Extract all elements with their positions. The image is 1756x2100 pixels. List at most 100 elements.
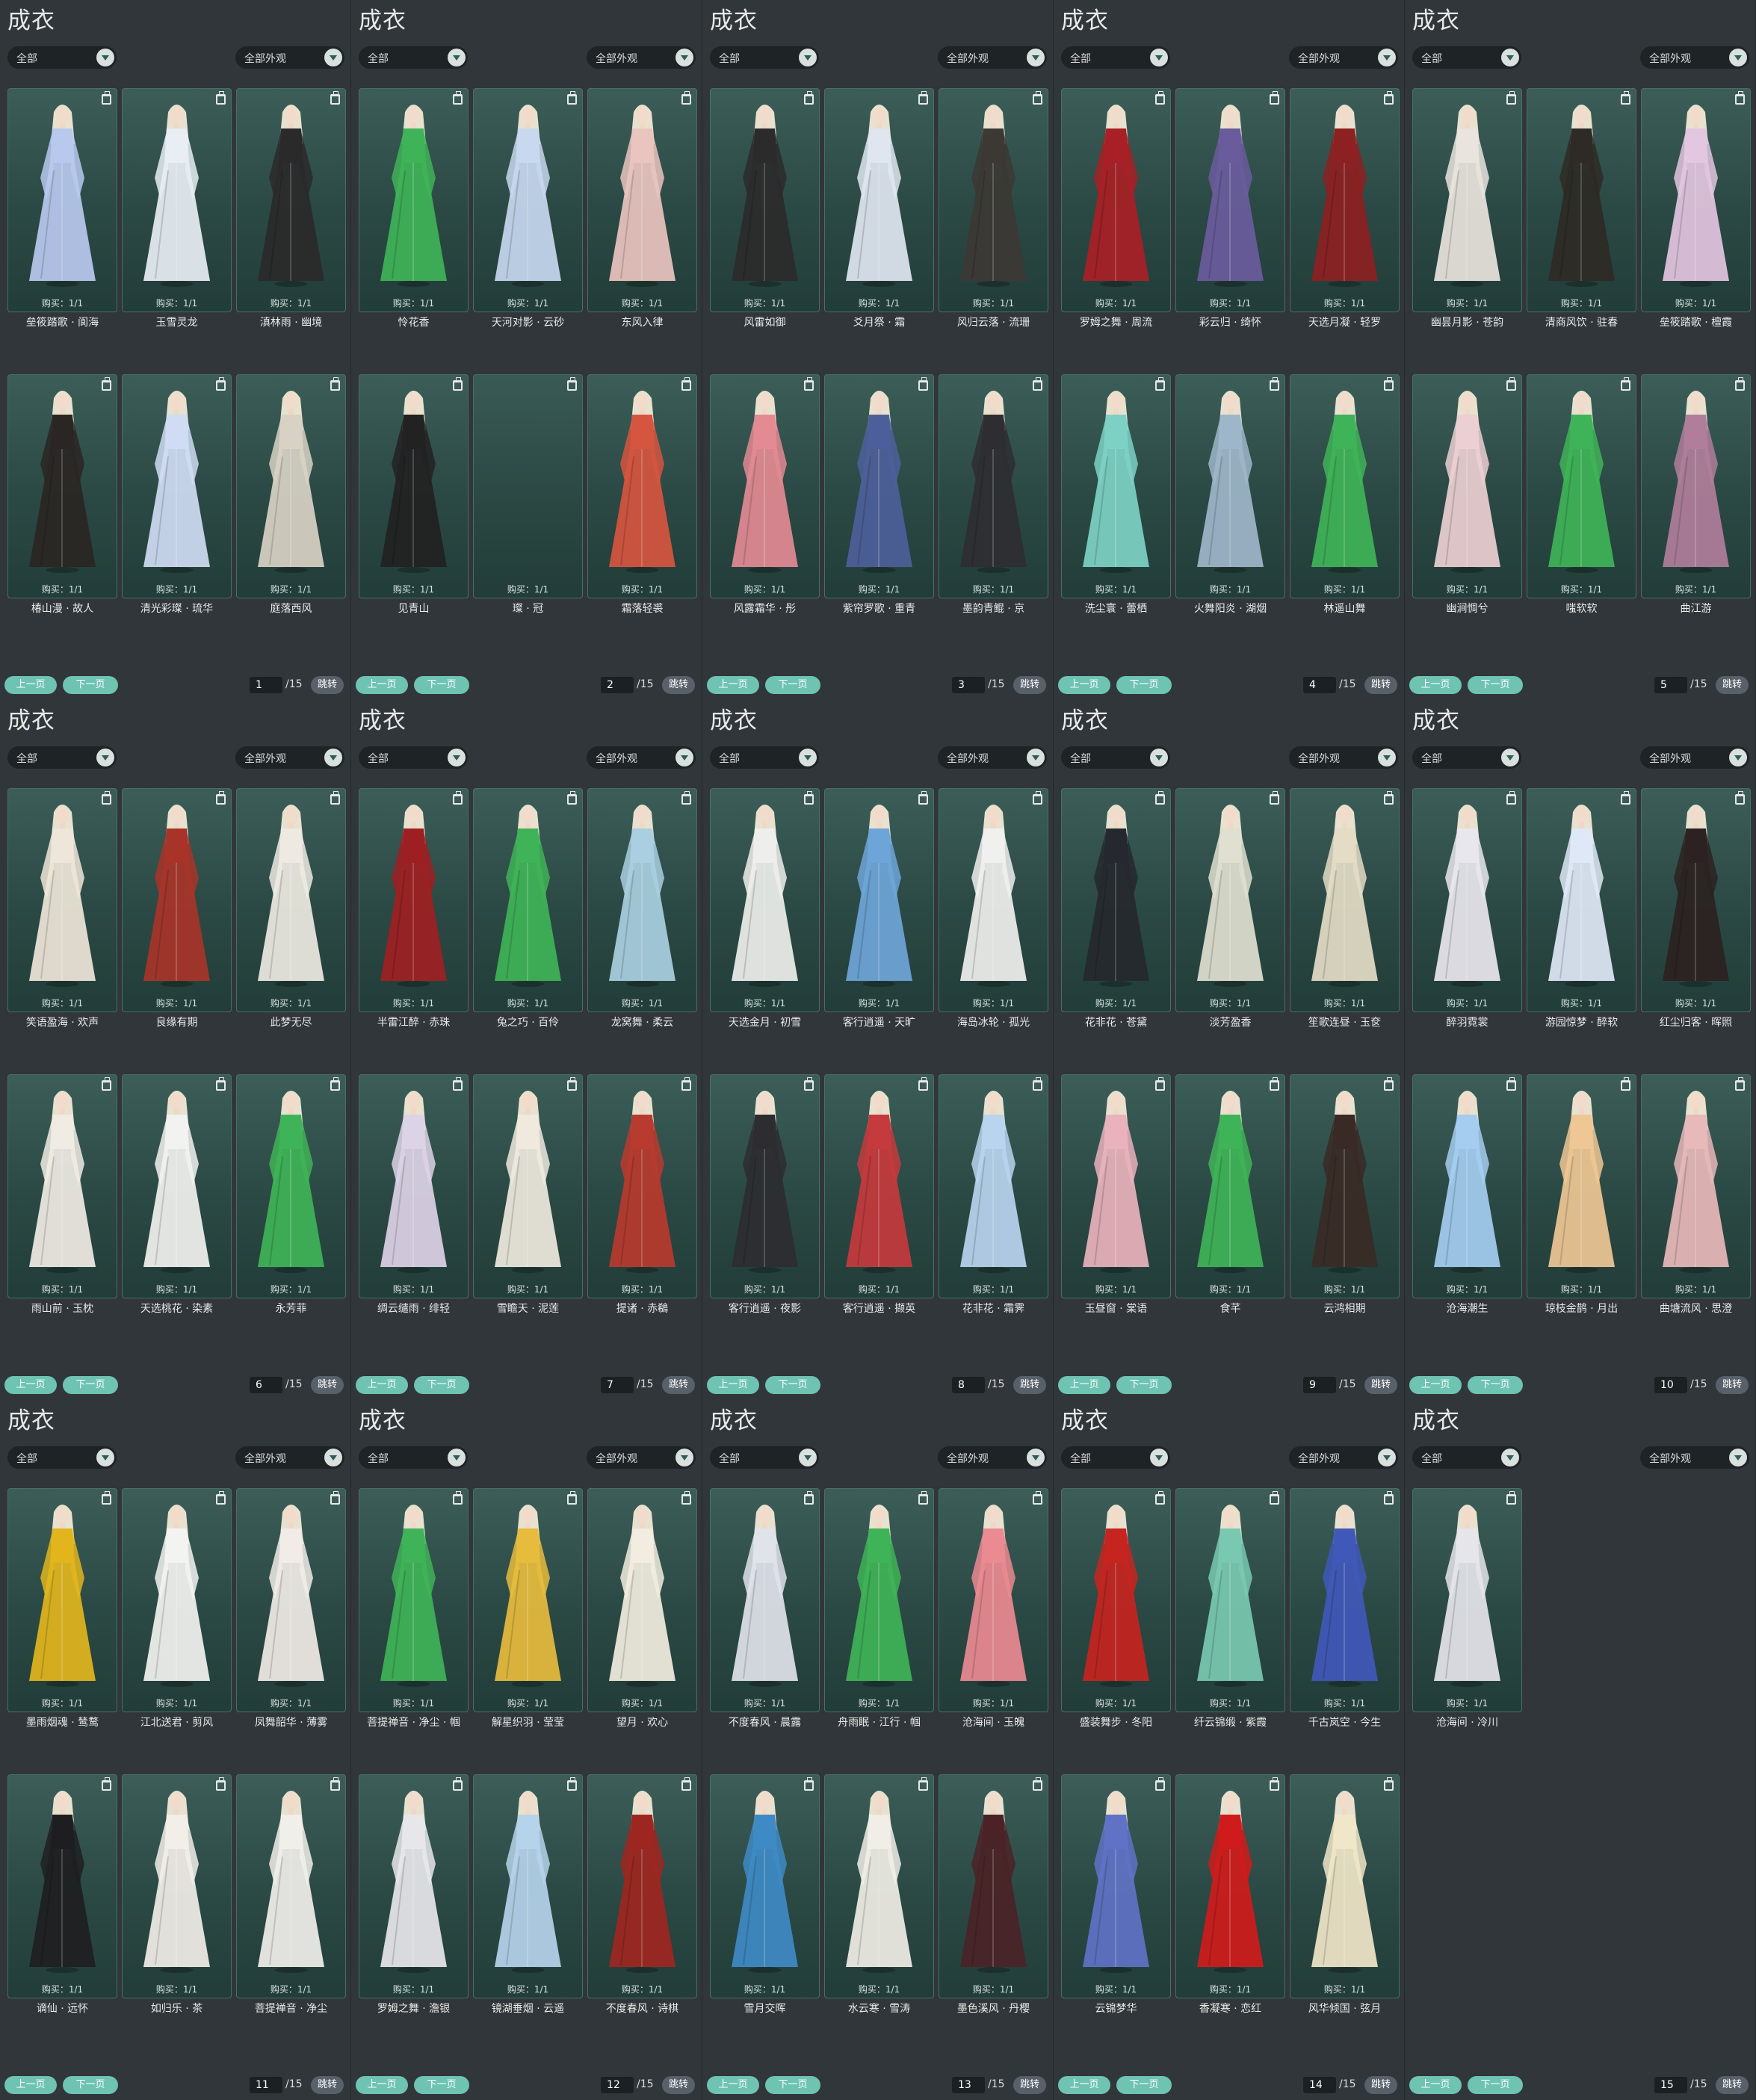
prev-page-button[interactable]: 上一页 xyxy=(4,2076,57,2094)
outfit-card[interactable]: 购买：1/1 xyxy=(587,88,697,312)
category-dropdown[interactable]: 全部 xyxy=(7,1446,117,1469)
trash-icon[interactable] xyxy=(1270,1777,1279,1791)
category-dropdown[interactable]: 全部 xyxy=(1061,1446,1170,1469)
page-number-input[interactable]: 12 xyxy=(601,2077,634,2093)
outfit-card[interactable]: 购买：1/1 xyxy=(939,1074,1048,1298)
outfit-card[interactable]: 购买：1/1 xyxy=(710,1074,820,1298)
page-number-input[interactable]: 9 xyxy=(1303,1377,1336,1393)
category-dropdown[interactable]: 全部 xyxy=(7,46,117,69)
outfit-card[interactable]: 购买：1/1 xyxy=(1527,374,1636,598)
outfit-card[interactable]: 购买：1/1 xyxy=(7,1074,117,1298)
category-dropdown[interactable]: 全部 xyxy=(1412,1446,1521,1469)
outfit-card[interactable]: 购买：1/1 xyxy=(1290,1074,1400,1298)
page-number-input[interactable]: 8 xyxy=(952,1377,985,1393)
outfit-card[interactable]: 购买：1/1 xyxy=(236,1774,346,1998)
next-page-button[interactable]: 下一页 xyxy=(1468,676,1523,694)
outfit-card[interactable]: 购买：1/1 xyxy=(236,788,346,1012)
next-page-button[interactable]: 下一页 xyxy=(63,2076,118,2094)
chevron-down-icon[interactable] xyxy=(324,49,342,66)
appearance-dropdown[interactable]: 全部外观 xyxy=(938,1446,1047,1469)
outfit-card[interactable]: 购买：1/1 xyxy=(1527,788,1636,1012)
outfit-card[interactable]: 购买：1/1 xyxy=(824,88,934,312)
chevron-down-icon[interactable] xyxy=(1378,49,1396,66)
trash-icon[interactable] xyxy=(1033,377,1042,391)
outfit-card[interactable]: 购买：1/1 xyxy=(1061,1074,1171,1298)
next-page-button[interactable]: 下一页 xyxy=(414,676,469,694)
chevron-down-icon[interactable] xyxy=(1027,49,1045,66)
trash-icon[interactable] xyxy=(681,1077,691,1091)
outfit-card[interactable]: 购买：1/1 xyxy=(587,1488,697,1712)
prev-page-button[interactable]: 上一页 xyxy=(1058,2076,1110,2094)
outfit-card[interactable]: 购买：1/1 xyxy=(122,374,232,598)
trash-icon[interactable] xyxy=(1735,377,1745,391)
outfit-card[interactable]: 购买：1/1 xyxy=(359,374,469,598)
outfit-card[interactable]: 购买：1/1 xyxy=(939,88,1048,312)
outfit-card[interactable]: 购买：1/1 xyxy=(824,1774,934,1998)
trash-icon[interactable] xyxy=(216,1077,226,1091)
category-dropdown[interactable]: 全部 xyxy=(710,746,819,769)
outfit-card[interactable]: 购买：1/1 xyxy=(587,788,697,1012)
outfit-card[interactable]: 购买：1/1 xyxy=(710,788,820,1012)
trash-icon[interactable] xyxy=(1506,791,1516,805)
trash-icon[interactable] xyxy=(567,791,577,805)
chevron-down-icon[interactable] xyxy=(799,749,817,766)
trash-icon[interactable] xyxy=(918,377,928,391)
outfit-card[interactable]: 购买：1/1 xyxy=(1290,1488,1400,1712)
appearance-dropdown[interactable]: 全部外观 xyxy=(1289,46,1398,69)
trash-icon[interactable] xyxy=(681,1777,691,1791)
jump-button[interactable]: 跳转 xyxy=(1716,1376,1749,1394)
trash-icon[interactable] xyxy=(1384,1077,1394,1091)
appearance-dropdown[interactable]: 全部外观 xyxy=(235,746,344,769)
trash-icon[interactable] xyxy=(216,1491,226,1505)
prev-page-button[interactable]: 上一页 xyxy=(4,1376,57,1394)
trash-icon[interactable] xyxy=(1270,91,1279,105)
outfit-card[interactable]: 购买：1/1 xyxy=(7,88,117,312)
trash-icon[interactable] xyxy=(1621,91,1630,105)
chevron-down-icon[interactable] xyxy=(1027,749,1045,766)
outfit-card[interactable]: 购买：1/1 xyxy=(1175,1488,1285,1712)
outfit-card[interactable]: 购买：1/1 xyxy=(1175,88,1285,312)
trash-icon[interactable] xyxy=(567,1491,577,1505)
trash-icon[interactable] xyxy=(102,791,111,805)
trash-icon[interactable] xyxy=(330,1077,340,1091)
appearance-dropdown[interactable]: 全部外观 xyxy=(235,1446,344,1469)
outfit-card[interactable]: 购买：1/1 xyxy=(7,1774,117,1998)
outfit-card[interactable]: 购买：1/1 xyxy=(1641,1074,1751,1298)
trash-icon[interactable] xyxy=(1033,1077,1042,1091)
chevron-down-icon[interactable] xyxy=(1150,1449,1168,1466)
trash-icon[interactable] xyxy=(453,1491,463,1505)
outfit-card[interactable]: 购买：1/1 xyxy=(7,374,117,598)
outfit-card[interactable]: 购买：1/1 xyxy=(1527,88,1636,312)
prev-page-button[interactable]: 上一页 xyxy=(707,1376,759,1394)
next-page-button[interactable]: 下一页 xyxy=(1116,676,1172,694)
trash-icon[interactable] xyxy=(453,791,463,805)
jump-button[interactable]: 跳转 xyxy=(1364,676,1397,694)
outfit-card[interactable]: 购买：1/1 xyxy=(473,1774,583,1998)
outfit-card[interactable]: 购买：1/1 xyxy=(359,1488,469,1712)
appearance-dropdown[interactable]: 全部外观 xyxy=(938,46,1047,69)
trash-icon[interactable] xyxy=(102,1777,111,1791)
outfit-card[interactable]: 购买：1/1 xyxy=(122,1774,232,1998)
appearance-dropdown[interactable]: 全部外观 xyxy=(1640,1446,1749,1469)
outfit-card[interactable]: 购买：1/1 xyxy=(236,1074,346,1298)
chevron-down-icon[interactable] xyxy=(675,1449,693,1466)
chevron-down-icon[interactable] xyxy=(1501,49,1519,66)
outfit-card[interactable]: 购买：1/1 xyxy=(1061,788,1171,1012)
trash-icon[interactable] xyxy=(567,91,577,105)
page-number-input[interactable]: 13 xyxy=(952,2077,985,2093)
page-number-input[interactable]: 15 xyxy=(1654,2077,1687,2093)
trash-icon[interactable] xyxy=(216,91,226,105)
page-number-input[interactable]: 11 xyxy=(250,2077,282,2093)
trash-icon[interactable] xyxy=(918,91,928,105)
prev-page-button[interactable]: 上一页 xyxy=(1058,676,1110,694)
prev-page-button[interactable]: 上一页 xyxy=(4,676,57,694)
category-dropdown[interactable]: 全部 xyxy=(359,1446,468,1469)
outfit-card[interactable]: 购买：1/1 xyxy=(1641,788,1751,1012)
prev-page-button[interactable]: 上一页 xyxy=(1409,2076,1462,2094)
appearance-dropdown[interactable]: 全部外观 xyxy=(1640,746,1749,769)
chevron-down-icon[interactable] xyxy=(799,1449,817,1466)
appearance-dropdown[interactable]: 全部外观 xyxy=(938,746,1047,769)
outfit-card[interactable]: 购买：1/1 xyxy=(939,374,1048,598)
category-dropdown[interactable]: 全部 xyxy=(7,746,117,769)
chevron-down-icon[interactable] xyxy=(324,1449,342,1466)
